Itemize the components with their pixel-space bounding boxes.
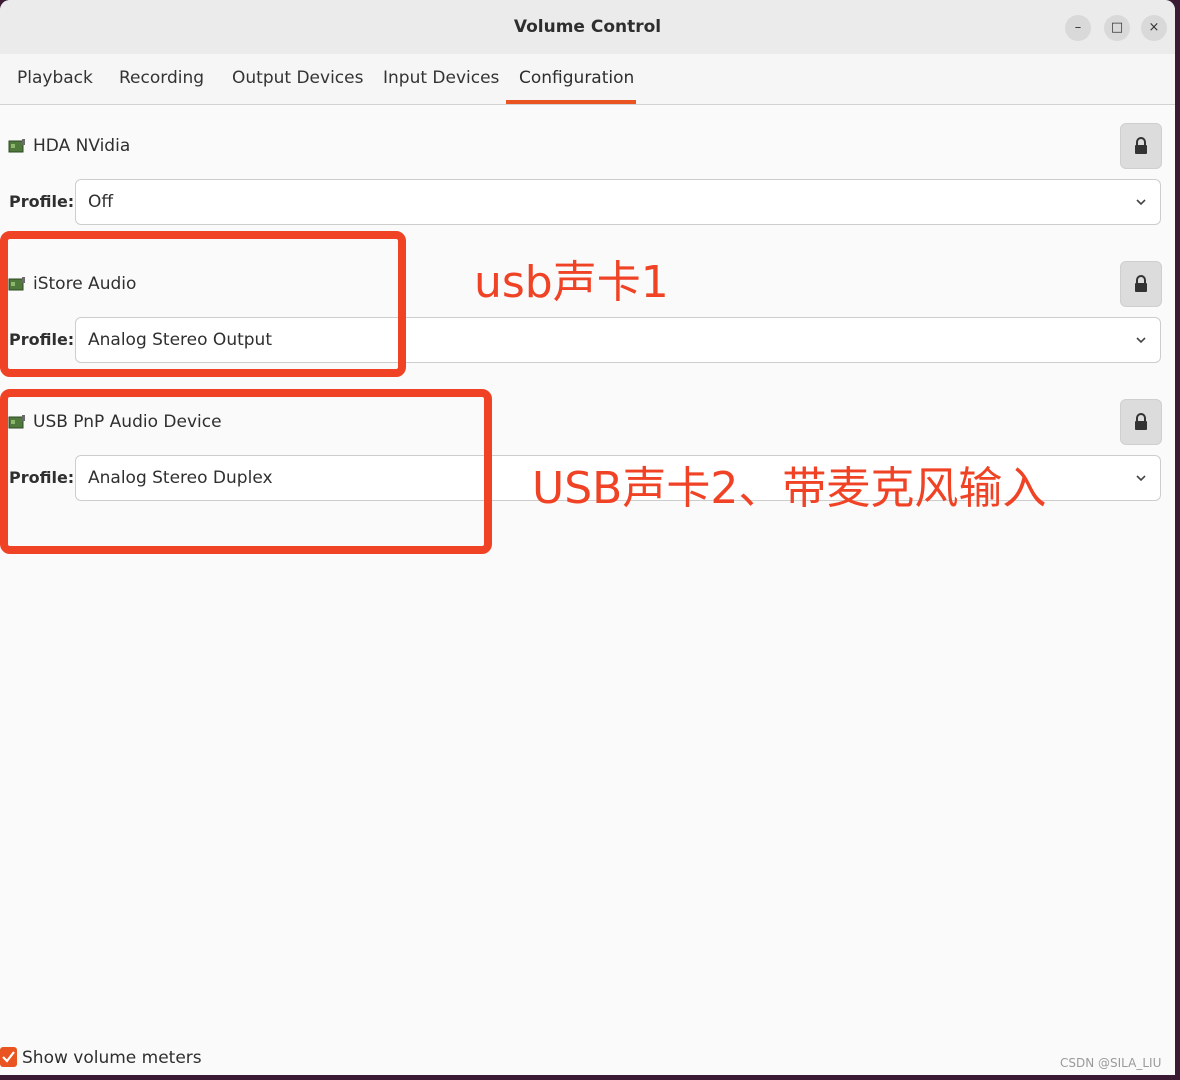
annotation-text-card2: USB声卡2、带麦克风输入 xyxy=(532,463,1047,514)
lock-button[interactable] xyxy=(1120,123,1162,169)
close-button[interactable]: × xyxy=(1141,15,1167,41)
lock-icon xyxy=(1135,137,1147,154)
title-bar[interactable]: Volume Control – □ × xyxy=(0,0,1175,55)
tab-output-devices[interactable]: Output Devices xyxy=(232,68,363,104)
show-volume-meters-checkbox[interactable] xyxy=(0,1047,17,1067)
tab-input-devices[interactable]: Input Devices xyxy=(383,68,499,104)
tab-configuration[interactable]: Configuration xyxy=(519,68,634,104)
lock-button[interactable] xyxy=(1120,399,1162,445)
desktop-background-bottom xyxy=(0,1075,1180,1080)
chevron-down-icon xyxy=(1136,199,1146,206)
minimize-button[interactable]: – xyxy=(1065,15,1091,41)
annotation-box-card2 xyxy=(0,389,492,554)
lock-button[interactable] xyxy=(1120,261,1162,307)
profile-label: Profile: xyxy=(9,192,75,211)
profile-value: Off xyxy=(88,192,114,212)
lock-icon xyxy=(1135,275,1147,292)
window-title: Volume Control xyxy=(513,17,662,37)
active-tab-indicator xyxy=(506,100,636,104)
watermark: CSDN @SILA_LIU xyxy=(1060,1056,1162,1070)
tab-bar: Playback Recording Output Devices Input … xyxy=(0,54,1175,105)
desktop-background-right xyxy=(1175,0,1180,1080)
checkmark-icon xyxy=(2,1051,15,1063)
chevron-down-icon xyxy=(1136,475,1146,482)
annotation-box-card1 xyxy=(0,231,406,377)
volume-control-window: Volume Control – □ × Playback Recording … xyxy=(0,0,1175,1075)
profile-dropdown[interactable]: Off xyxy=(75,179,1161,225)
tab-playback[interactable]: Playback xyxy=(17,68,93,104)
sound-card-icon xyxy=(8,138,26,154)
show-volume-meters-label[interactable]: Show volume meters xyxy=(22,1048,202,1068)
annotation-text-card1: usb声卡1 xyxy=(474,257,669,308)
chevron-down-icon xyxy=(1136,337,1146,344)
maximize-button[interactable]: □ xyxy=(1104,15,1130,41)
tab-recording[interactable]: Recording xyxy=(119,68,204,104)
lock-icon xyxy=(1135,413,1147,430)
card-name: HDA NVidia xyxy=(33,136,131,156)
